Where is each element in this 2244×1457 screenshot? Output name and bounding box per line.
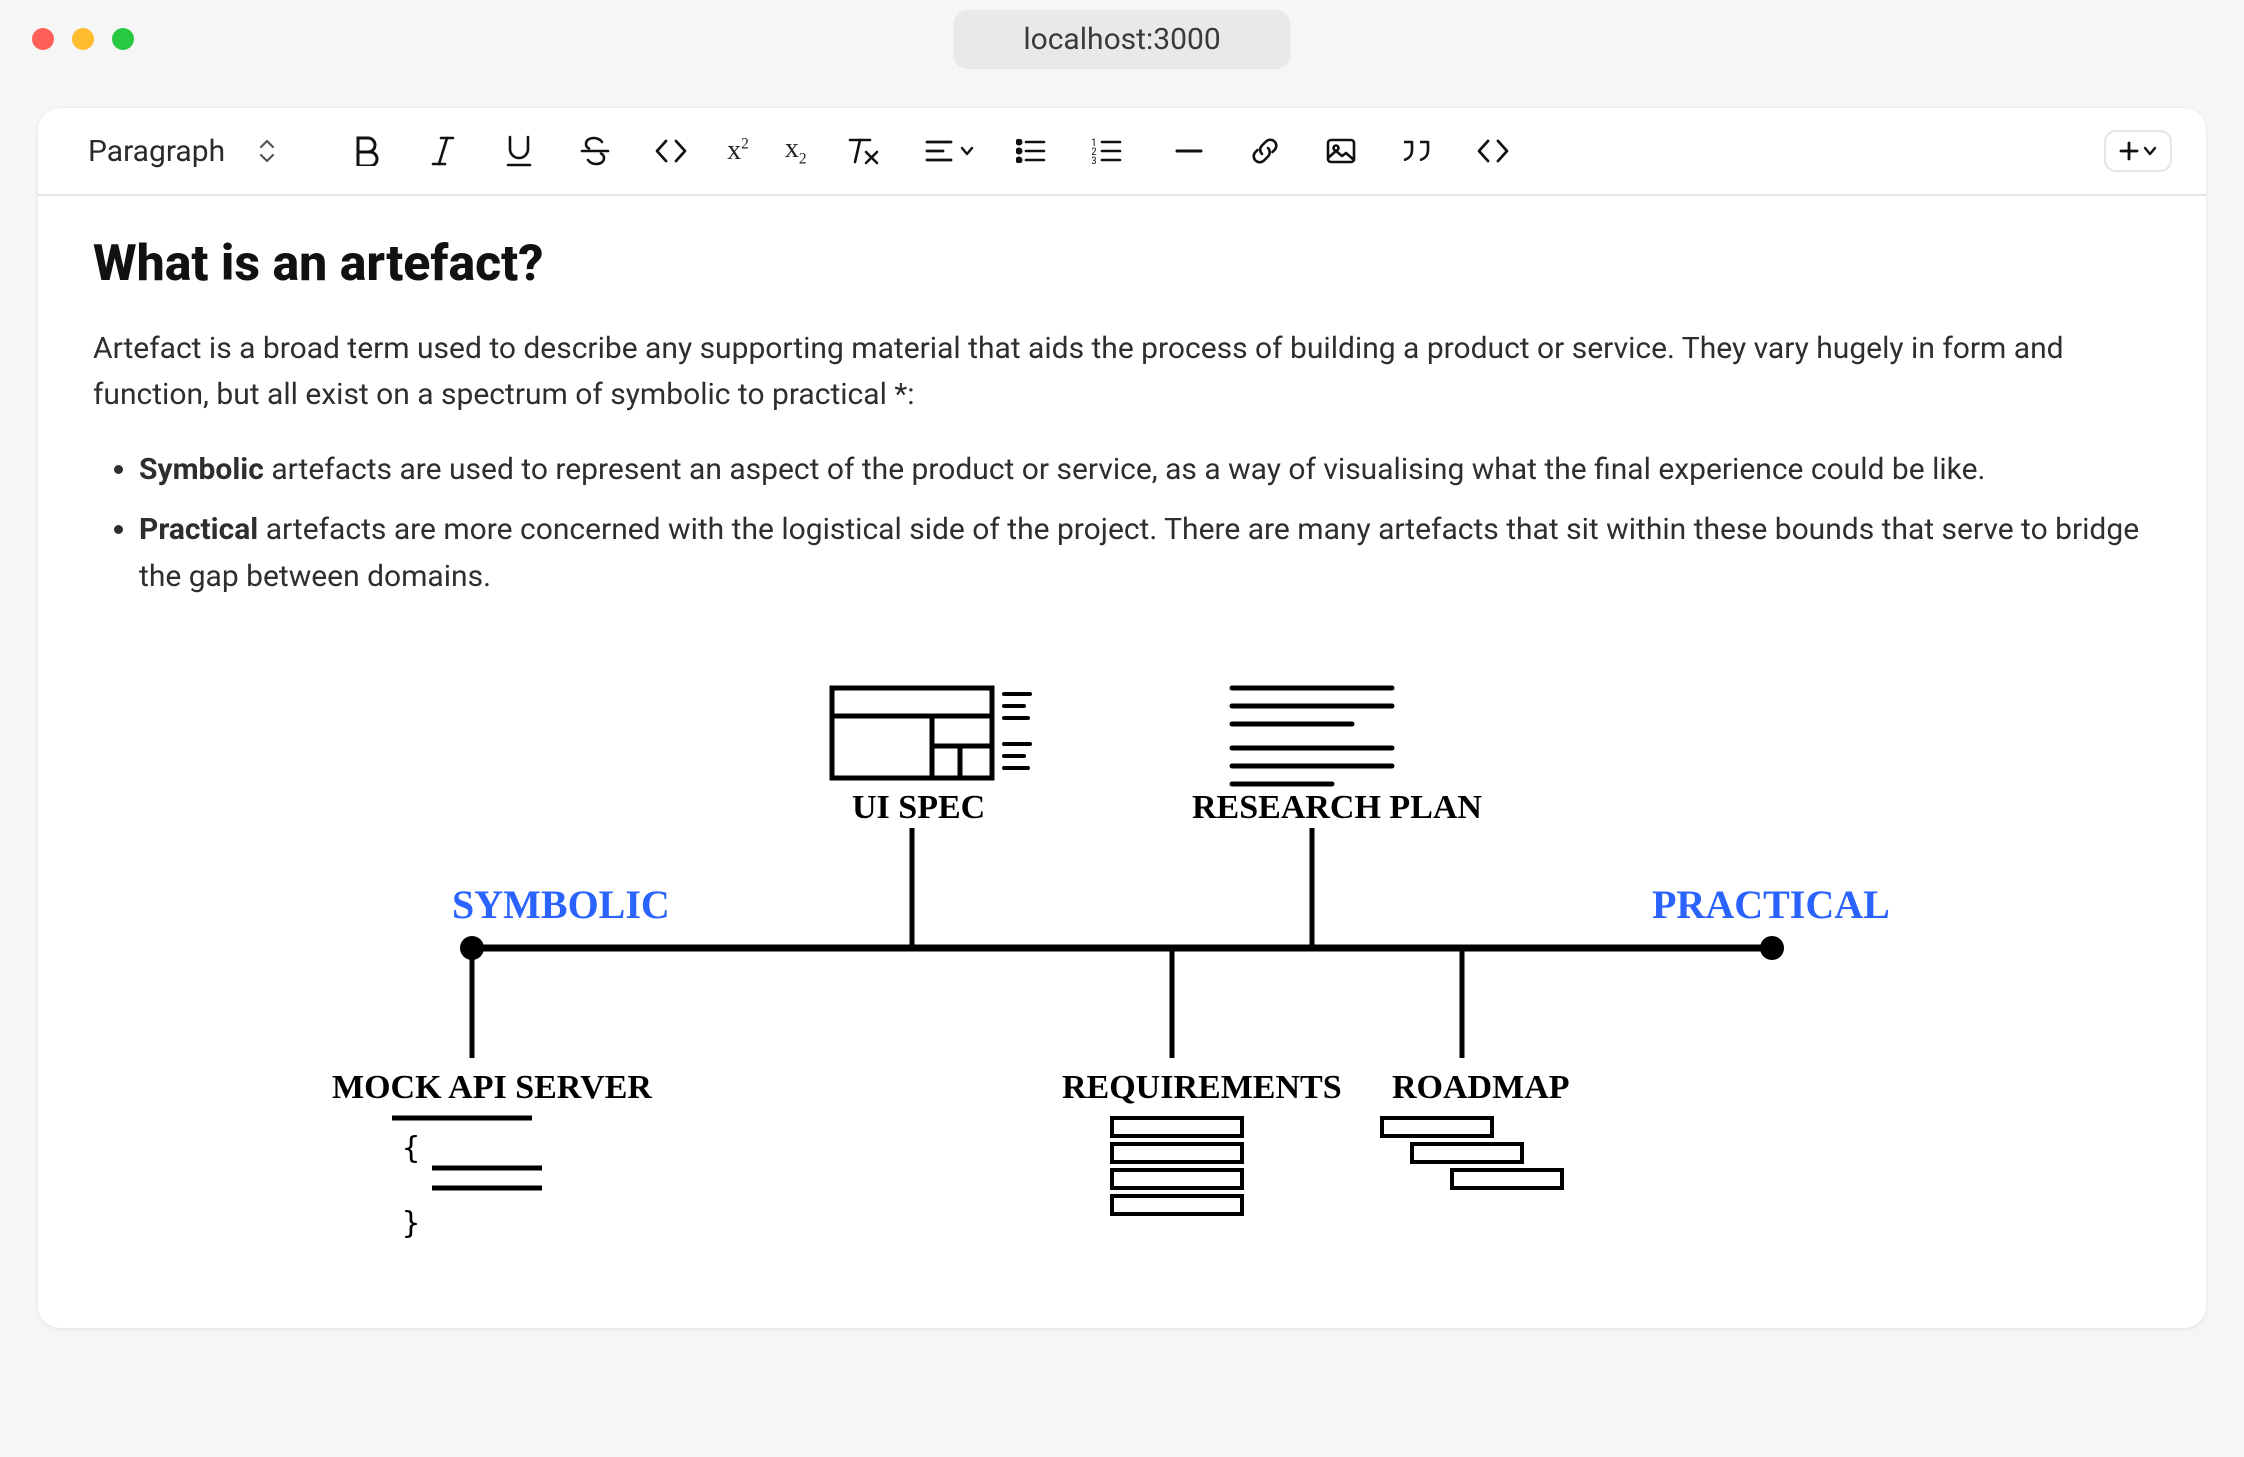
chevron-down-icon [2142, 143, 2158, 159]
svg-text:RESEARCH PLAN: RESEARCH PLAN [1192, 789, 1482, 826]
svg-text:ROADMAP: ROADMAP [1392, 1069, 1570, 1106]
code-icon [654, 138, 688, 164]
editor-content[interactable]: What is an artefact? Artefact is a broad… [38, 196, 2206, 1328]
definition-list: Symbolic artefacts are used to represent… [93, 447, 2151, 601]
superscript-button[interactable]: x2 [727, 131, 749, 171]
list-item: Practical artefacts are more concerned w… [139, 507, 2151, 600]
svg-text:MOCK API SERVER: MOCK API SERVER [332, 1069, 652, 1106]
diagram-item-requirements: REQUIREMENTS [1062, 948, 1342, 1214]
strikethrough-button[interactable] [575, 131, 615, 171]
insert-block-dropdown[interactable] [2104, 130, 2172, 172]
blockquote-icon [1400, 138, 1434, 164]
inline-code-button[interactable] [651, 131, 691, 171]
plus-icon [2118, 140, 2140, 162]
diagram-item-ui-spec: UI SPEC [832, 688, 1030, 948]
horizontal-rule-button[interactable] [1169, 131, 1209, 171]
image-button[interactable] [1321, 131, 1361, 171]
list-item-term: Practical [139, 512, 258, 547]
align-icon [925, 139, 953, 163]
window-traffic-lights [32, 28, 134, 50]
list-item-text: artefacts are used to represent an aspec… [264, 452, 1986, 487]
svg-text:{: { [402, 1131, 420, 1166]
heading-1: What is an artefact? [93, 226, 2151, 304]
italic-button[interactable] [423, 131, 463, 171]
list-item-text: artefacts are more concerned with the lo… [139, 512, 2139, 594]
block-type-label: Paragraph [88, 134, 225, 169]
spectrum-diagram: SYMBOLIC PRACTICAL UI SPEC [93, 628, 2151, 1288]
diagram-right-label: PRACTICAL [1652, 882, 1890, 927]
bullet-list-button[interactable] [1011, 131, 1051, 171]
subscript-button[interactable]: x2 [785, 131, 807, 171]
diagram-item-research-plan: RESEARCH PLAN [1192, 688, 1482, 948]
link-button[interactable] [1245, 131, 1285, 171]
svg-text:}: } [402, 1206, 420, 1241]
address-bar-url: localhost:3000 [1023, 22, 1220, 57]
image-icon [1326, 138, 1356, 164]
chevron-up-down-icon [257, 137, 277, 165]
text-format-group: x2 x2 [347, 131, 882, 171]
diagram-left-label: SYMBOLIC [452, 882, 670, 927]
list-item: Symbolic artefacts are used to represent… [139, 447, 2151, 494]
bold-icon [354, 136, 380, 166]
underline-icon [506, 135, 532, 167]
code-block-button[interactable] [1473, 131, 1513, 171]
browser-chrome: localhost:3000 [0, 0, 2244, 78]
ordered-list-button[interactable]: 123 [1087, 131, 1127, 171]
svg-text:REQUIREMENTS: REQUIREMENTS [1062, 1069, 1342, 1106]
bold-button[interactable] [347, 131, 387, 171]
svg-text:UI SPEC: UI SPEC [852, 789, 985, 826]
window-close-button[interactable] [32, 28, 54, 50]
italic-icon [431, 136, 455, 166]
window-minimize-button[interactable] [72, 28, 94, 50]
block-type-dropdown[interactable]: Paragraph [88, 134, 305, 169]
clear-format-button[interactable] [843, 131, 883, 171]
intro-paragraph: Artefact is a broad term used to describ… [93, 326, 2151, 419]
insert-group [1169, 131, 1513, 171]
code-block-icon [1476, 138, 1510, 164]
diagram-item-roadmap: ROADMAP [1382, 948, 1570, 1188]
subscript-icon: x2 [785, 133, 807, 169]
chevron-down-icon [959, 143, 975, 159]
link-icon [1250, 136, 1280, 166]
paragraph-group: 123 [925, 131, 1127, 171]
strikethrough-icon [580, 136, 610, 166]
svg-text:3: 3 [1092, 156, 1097, 164]
clear-format-icon [847, 136, 879, 166]
list-item-term: Symbolic [139, 452, 264, 487]
blockquote-button[interactable] [1397, 131, 1437, 171]
address-bar[interactable]: localhost:3000 [953, 10, 1290, 69]
underline-button[interactable] [499, 131, 539, 171]
horizontal-rule-icon [1175, 147, 1203, 155]
window-zoom-button[interactable] [112, 28, 134, 50]
align-dropdown[interactable] [925, 131, 975, 171]
editor-toolbar: Paragraph x2 [38, 108, 2206, 196]
editor-card: Paragraph x2 [38, 108, 2206, 1328]
bullet-list-icon [1016, 139, 1046, 163]
diagram-item-mock-api: MOCK API SERVER { } [332, 948, 652, 1241]
superscript-icon: x2 [727, 135, 749, 167]
ordered-list-icon: 123 [1092, 138, 1122, 164]
